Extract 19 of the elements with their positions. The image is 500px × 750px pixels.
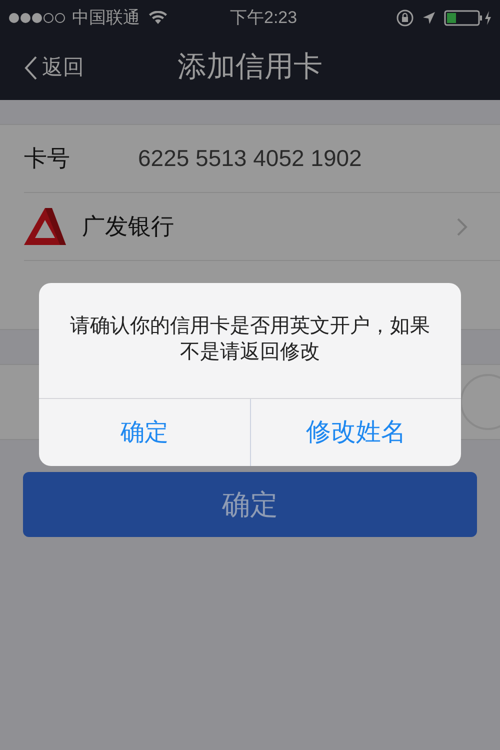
- wifi-icon: [148, 11, 168, 25]
- alert-message: 请确认你的信用卡是否用英文开户，如果不是请返回修改: [69, 314, 431, 365]
- back-button[interactable]: 返回: [24, 52, 84, 84]
- chevron-left-icon: [24, 55, 38, 81]
- page-title: 添加信用卡: [178, 50, 322, 86]
- bank-logo-icon: [24, 208, 66, 246]
- rotation-lock-icon: [396, 9, 414, 27]
- battery-icon: [444, 10, 492, 26]
- carrier-name: 中国联通: [72, 7, 140, 30]
- signal-icon: [8, 12, 68, 24]
- alert-button[interactable]: 确定: [39, 399, 250, 466]
- location-arrow-icon: [422, 11, 436, 25]
- confirm-button[interactable]: 确定: [23, 472, 477, 537]
- bank-name: 广发银行: [82, 212, 174, 242]
- alert-button[interactable]: 修改姓名: [250, 399, 461, 466]
- field-label: 卡号: [24, 144, 71, 174]
- clock-time: 下午2:23: [230, 7, 298, 30]
- card-number-field[interactable]: 6225 5513 4052 1902: [138, 141, 362, 176]
- chevron-right-icon: [456, 216, 468, 236]
